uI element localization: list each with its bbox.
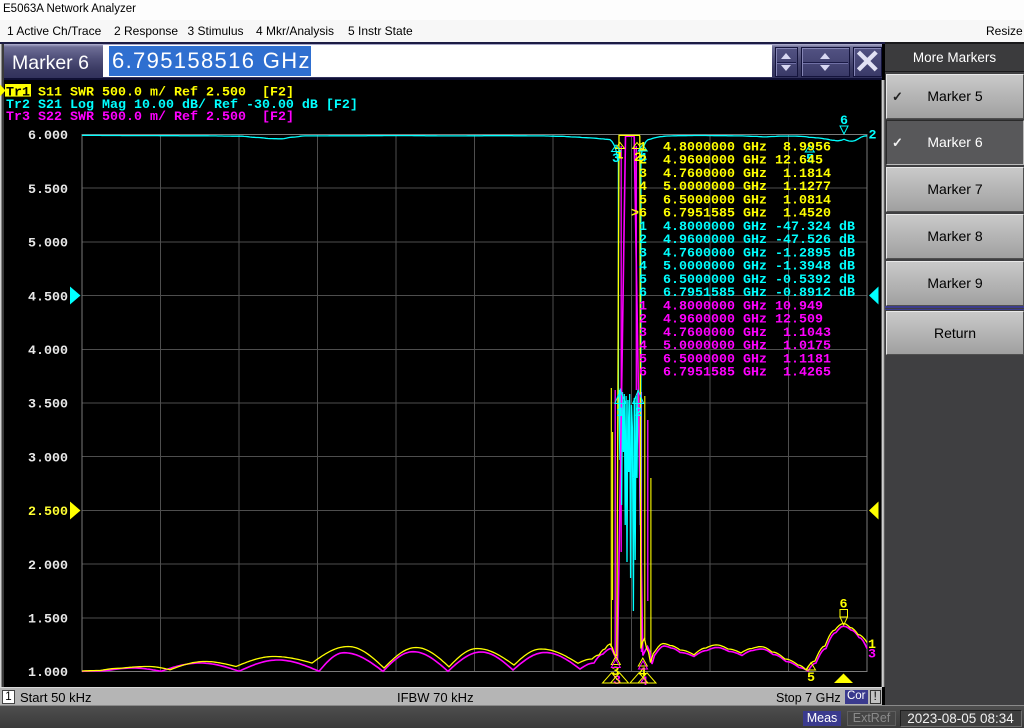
svg-text:4.500: 4.500	[28, 290, 68, 305]
svg-text:2.000: 2.000	[28, 559, 68, 574]
svg-text:4.000: 4.000	[28, 344, 68, 359]
svg-text:1: 1	[617, 406, 625, 421]
svg-text:6: 6	[840, 598, 848, 613]
svg-text:>: >	[631, 207, 639, 222]
svg-text:1.4265: 1.4265	[783, 366, 831, 381]
svg-text:6: 6	[840, 114, 848, 129]
svg-text:6: 6	[639, 366, 647, 381]
svg-text:2: 2	[869, 129, 877, 144]
svg-text:6.7951585 GHz: 6.7951585 GHz	[663, 366, 767, 381]
svg-text:Tr3 S22 SWR 500.0 m/ Ref 2.500: Tr3 S22 SWR 500.0 m/ Ref 2.500	[6, 110, 246, 125]
svg-text:3: 3	[868, 648, 876, 663]
svg-text:1.500: 1.500	[28, 613, 68, 628]
svg-text:2.500: 2.500	[28, 505, 68, 520]
svg-text:5.500: 5.500	[28, 183, 68, 198]
svg-text:5.000: 5.000	[28, 237, 68, 252]
svg-text:[F2]: [F2]	[262, 110, 294, 125]
svg-text:3: 3	[612, 152, 620, 167]
svg-text:1.000: 1.000	[28, 666, 68, 681]
svg-text:3.500: 3.500	[28, 398, 68, 413]
svg-text:3.000: 3.000	[28, 451, 68, 466]
svg-text:2: 2	[635, 406, 643, 421]
svg-text:6.000: 6.000	[28, 129, 68, 144]
svg-text:5: 5	[807, 671, 815, 686]
